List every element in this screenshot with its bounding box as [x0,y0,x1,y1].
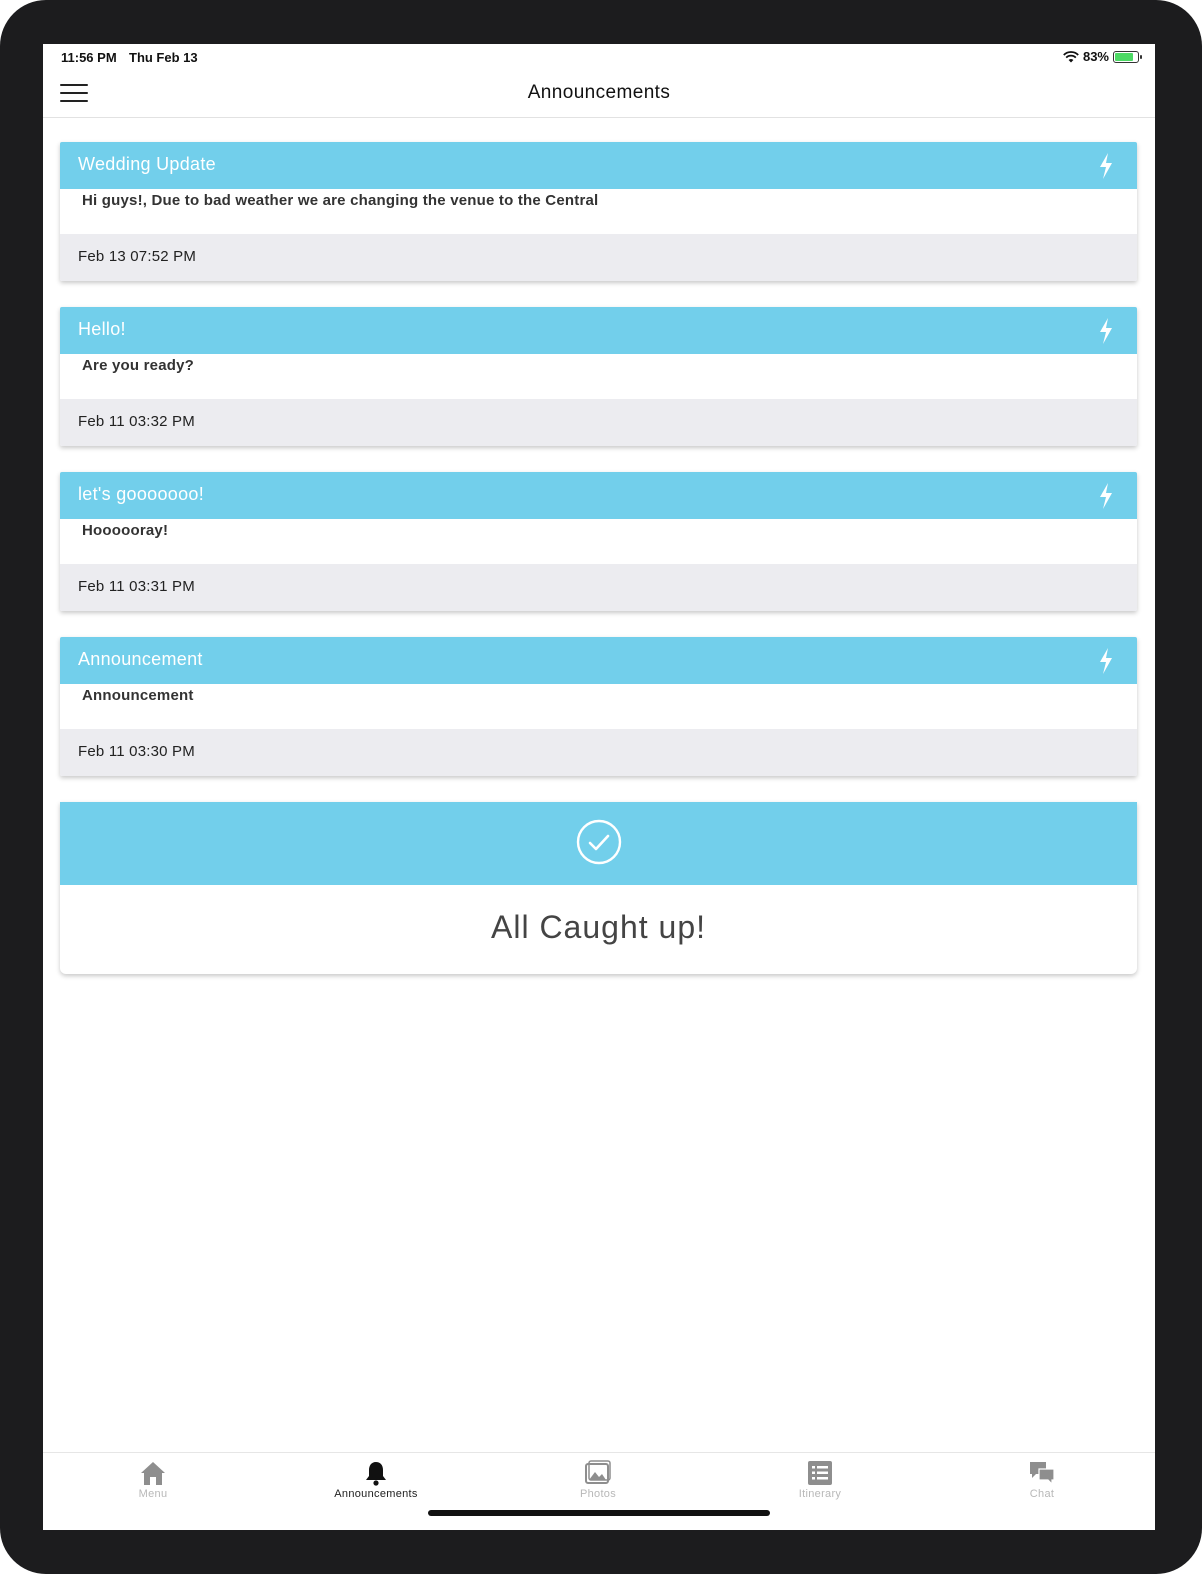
lightning-icon [1100,483,1112,509]
battery-percent: 83% [1082,49,1109,64]
tab-label: Menu [138,1488,168,1500]
card-footer: Feb 11 03:31 PM [60,564,1137,611]
list-icon [808,1461,832,1485]
home-indicator[interactable] [428,1510,770,1516]
status-bar: 11:56 PM Thu Feb 13 83% [43,44,1155,70]
caught-up-text: All Caught up! [490,909,706,945]
wifi-icon [1063,50,1079,62]
card-body: Are you ready? [60,354,1137,399]
tab-menu[interactable]: Menu [63,1459,243,1500]
card-message: Hi guys!, Due to bad weather we are chan… [82,192,599,209]
announcement-card[interactable]: Hello! Are you ready? Feb 11 03:32 PM [60,307,1137,446]
tab-label: Itinerary [798,1488,842,1500]
card-footer: Feb 11 03:30 PM [60,729,1137,776]
card-timestamp: Feb 11 03:31 PM [78,578,195,595]
card-header: Hello! [60,307,1137,354]
tab-label: Chat [1029,1488,1055,1500]
tab-bar: Menu Announcements Photos Itinerary Chat [43,1452,1155,1530]
tab-chat[interactable]: Chat [952,1459,1132,1500]
card-message: Announcement [82,687,194,704]
tab-itinerary[interactable]: Itinerary [730,1459,910,1500]
card-timestamp: Feb 11 03:32 PM [78,413,195,430]
card-title: Hello! [78,319,126,339]
card-title: Announcement [78,649,203,669]
card-footer: Feb 13 07:52 PM [60,234,1137,281]
card-title: Wedding Update [78,154,216,174]
lightning-icon [1100,153,1112,179]
check-circle-icon [576,819,622,865]
card-message: Hoooooray! [82,522,169,539]
status-time: 11:56 PM [61,50,117,65]
tab-label: Photos [579,1488,617,1500]
tab-label: Announcements [334,1488,418,1500]
status-date: Thu Feb 13 [129,50,198,65]
battery-icon [1113,50,1142,63]
card-header: Wedding Update [60,142,1137,189]
announcement-card[interactable]: let's gooooooo! Hoooooray! Feb 11 03:31 … [60,472,1137,611]
card-footer: Feb 11 03:32 PM [60,399,1137,446]
announcement-list: Wedding Update Hi guys!, Due to bad weat… [60,142,1137,974]
caught-up-body: All Caught up! [60,885,1137,974]
screen: 11:56 PM Thu Feb 13 83% Announcements We… [43,44,1155,1530]
chat-icon [1030,1462,1055,1486]
card-title: let's gooooooo! [78,484,205,504]
device-frame: 11:56 PM Thu Feb 13 83% Announcements We… [0,0,1202,1574]
status-right: 83% [1063,49,1142,64]
card-message: Are you ready? [82,357,195,374]
home-icon [141,1462,165,1485]
caught-up-header [60,802,1137,885]
card-timestamp: Feb 13 07:52 PM [78,248,197,265]
page-title: Announcements [527,82,671,103]
announcement-card[interactable]: Wedding Update Hi guys!, Due to bad weat… [60,142,1137,281]
photos-icon [585,1460,611,1484]
card-body: Announcement [60,684,1137,729]
nav-bar: Announcements [43,70,1155,118]
lightning-icon [1100,318,1112,344]
tab-photos[interactable]: Photos [508,1459,688,1500]
card-header: Announcement [60,637,1137,684]
bell-icon [366,1462,386,1486]
announcement-card[interactable]: Announcement Announcement Feb 11 03:30 P… [60,637,1137,776]
card-body: Hi guys!, Due to bad weather we are chan… [60,189,1137,234]
card-timestamp: Feb 11 03:30 PM [78,743,195,760]
lightning-icon [1100,648,1112,674]
all-caught-up-card: All Caught up! [60,802,1137,974]
card-header: let's gooooooo! [60,472,1137,519]
card-body: Hoooooray! [60,519,1137,564]
tab-announcements[interactable]: Announcements [286,1459,466,1500]
